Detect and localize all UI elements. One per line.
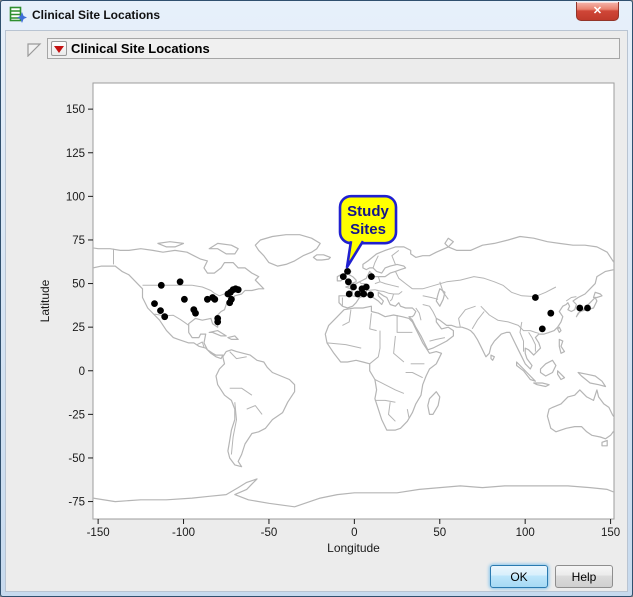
jmp-report-icon: [9, 6, 27, 24]
plot-area: [93, 83, 614, 519]
svg-text:Sites: Sites: [350, 221, 386, 238]
close-button[interactable]: ✕: [576, 2, 619, 21]
svg-text:-50: -50: [68, 453, 85, 465]
svg-text:0: 0: [79, 366, 85, 378]
map-plot-svg[interactable]: StudySites -150 -100 -50 0 50 100 150 150 125 100 7…: [32, 72, 624, 564]
svg-text:0: 0: [351, 527, 357, 539]
svg-text:75: 75: [72, 235, 85, 247]
ok-button[interactable]: OK: [490, 565, 548, 588]
svg-text:-100: -100: [172, 527, 195, 539]
svg-text:150: 150: [66, 104, 85, 116]
svg-text:-50: -50: [261, 527, 278, 539]
svg-text:50: 50: [72, 279, 85, 291]
help-button[interactable]: Help: [555, 565, 613, 588]
titlebar[interactable]: Clinical Site Locations ✕: [1, 1, 632, 30]
svg-text:100: 100: [66, 191, 85, 203]
svg-text:25: 25: [72, 322, 85, 334]
disclosure-triangle-icon[interactable]: [26, 41, 42, 57]
svg-text:50: 50: [433, 527, 446, 539]
svg-text:-25: -25: [68, 409, 85, 421]
window: Clinical Site Locations ✕ Clinical Site …: [0, 0, 633, 597]
svg-text:100: 100: [516, 527, 535, 539]
svg-text:-75: -75: [68, 497, 85, 509]
svg-text:-150: -150: [87, 527, 110, 539]
client-area: Clinical Site Locations StudySites -150 -1…: [5, 30, 628, 592]
svg-text:150: 150: [601, 527, 620, 539]
svg-text:125: 125: [66, 148, 85, 160]
panel-title: Clinical Site Locations: [71, 41, 210, 56]
svg-text:Study: Study: [347, 203, 389, 220]
window-title: Clinical Site Locations: [32, 8, 160, 22]
x-axis-title: Longitude: [327, 541, 380, 555]
panel-header: Clinical Site Locations: [47, 38, 620, 59]
red-triangle-menu-button[interactable]: [51, 41, 67, 56]
y-axis-title: Latitude: [38, 279, 52, 322]
